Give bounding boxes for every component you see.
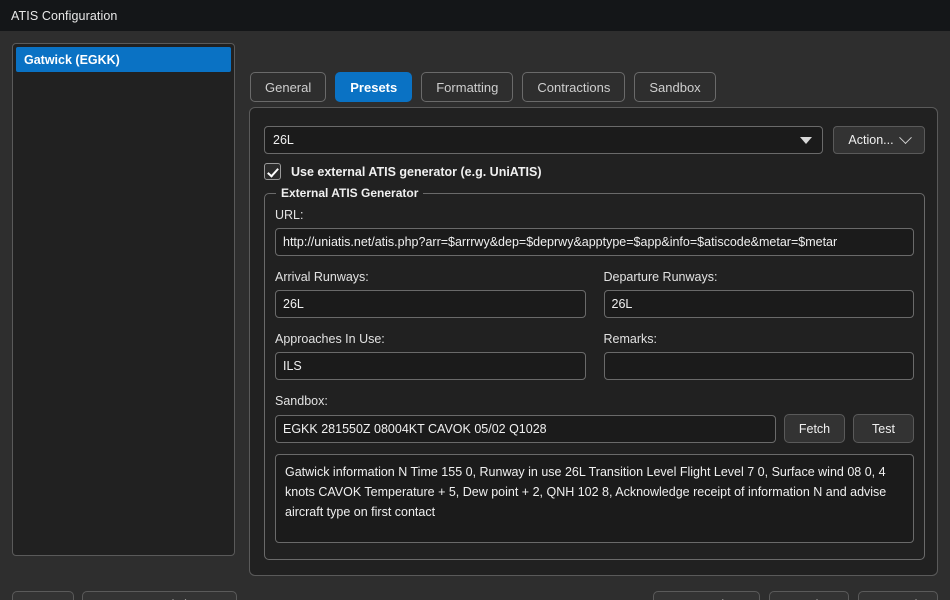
test-button[interactable]: Test bbox=[853, 414, 914, 443]
cancel-button[interactable]: Cancel bbox=[858, 591, 938, 600]
external-generator-groupbox: External ATIS Generator URL: http://unia… bbox=[264, 193, 925, 560]
window-title: ATIS Configuration bbox=[11, 9, 117, 23]
tab-formatting[interactable]: Formatting bbox=[421, 72, 513, 102]
url-label: URL: bbox=[275, 208, 914, 222]
departure-runways-input[interactable]: 26L bbox=[604, 290, 915, 318]
arrival-runways-input[interactable]: 26L bbox=[275, 290, 586, 318]
chevron-down-icon bbox=[899, 131, 912, 144]
new-button[interactable]: New bbox=[12, 591, 74, 600]
fetch-button[interactable]: Fetch bbox=[784, 414, 845, 443]
sidebar-button-bar: New Import Existing bbox=[12, 591, 237, 600]
tab-sandbox[interactable]: Sandbox bbox=[634, 72, 715, 102]
external-generator-checkbox-label: Use external ATIS generator (e.g. UniATI… bbox=[291, 165, 542, 179]
presets-panel: 26L Action... Use external ATIS generato… bbox=[249, 107, 938, 576]
arrival-runways-label: Arrival Runways: bbox=[275, 270, 586, 284]
preset-dropdown[interactable]: 26L bbox=[264, 126, 823, 154]
preset-dropdown-value: 26L bbox=[273, 133, 294, 147]
external-generator-legend: External ATIS Generator bbox=[276, 186, 423, 200]
departure-runways-label: Departure Runways: bbox=[604, 270, 915, 284]
remarks-label: Remarks: bbox=[604, 332, 915, 346]
dialog-button-bar: Save & Close Apply Cancel bbox=[653, 591, 938, 600]
import-existing-button[interactable]: Import Existing bbox=[82, 591, 237, 600]
tab-contractions[interactable]: Contractions bbox=[522, 72, 625, 102]
approaches-in-use-input[interactable]: ILS bbox=[275, 352, 586, 380]
external-generator-checkbox[interactable] bbox=[264, 163, 281, 180]
sandbox-label: Sandbox: bbox=[275, 394, 914, 408]
url-input[interactable]: http://uniatis.net/atis.php?arr=$arrrwy&… bbox=[275, 228, 914, 256]
preset-selector-row: 26L Action... bbox=[264, 126, 925, 154]
window-titlebar: ATIS Configuration bbox=[0, 0, 950, 31]
atis-output-text[interactable]: Gatwick information N Time 155 0, Runway… bbox=[275, 454, 914, 543]
apply-button[interactable]: Apply bbox=[769, 591, 849, 600]
external-generator-checkbox-row[interactable]: Use external ATIS generator (e.g. UniATI… bbox=[264, 163, 542, 180]
preset-sidebar: Gatwick (EGKK) bbox=[12, 43, 235, 556]
tab-general[interactable]: General bbox=[250, 72, 326, 102]
remarks-input[interactable] bbox=[604, 352, 915, 380]
list-item[interactable]: Gatwick (EGKK) bbox=[16, 47, 231, 72]
sandbox-metar-input[interactable]: EGKK 281550Z 08004KT CAVOK 05/02 Q1028 bbox=[275, 415, 776, 443]
tab-bar: General Presets Formatting Contractions … bbox=[250, 72, 716, 102]
tab-presets[interactable]: Presets bbox=[335, 72, 412, 102]
chevron-down-filled-icon bbox=[800, 137, 812, 144]
save-and-close-button[interactable]: Save & Close bbox=[653, 591, 760, 600]
preset-list[interactable]: Gatwick (EGKK) bbox=[12, 43, 235, 556]
sandbox-row: EGKK 281550Z 08004KT CAVOK 05/02 Q1028 F… bbox=[275, 414, 914, 443]
window-body: Gatwick (EGKK) New Import Existing Gener… bbox=[0, 31, 950, 600]
action-button[interactable]: Action... bbox=[833, 126, 925, 154]
preset-list-item-label: Gatwick (EGKK) bbox=[24, 53, 120, 67]
approaches-in-use-label: Approaches In Use: bbox=[275, 332, 586, 346]
action-button-label: Action... bbox=[848, 133, 893, 147]
